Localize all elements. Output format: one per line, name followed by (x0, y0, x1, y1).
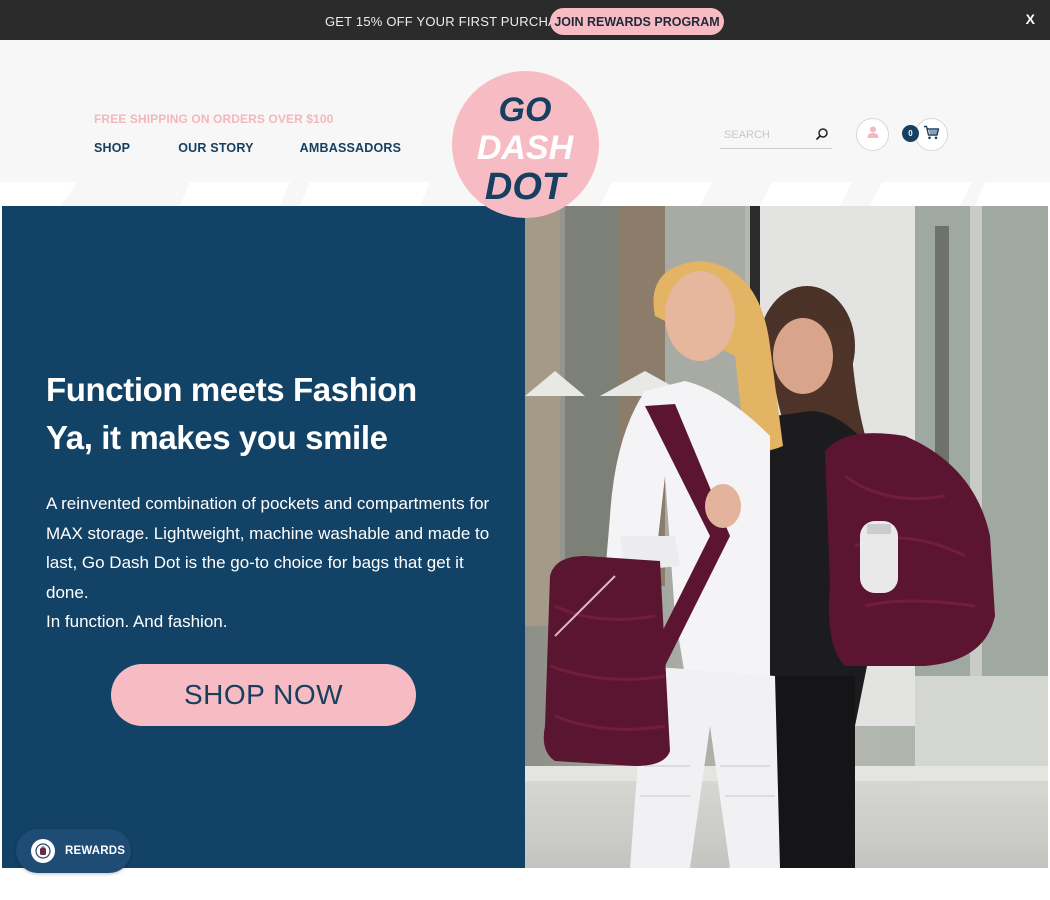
hero-description: A reinvented combination of pockets and … (46, 489, 496, 637)
promo-bar: GET 15% OFF YOUR FIRST PURCHASE JOIN REW… (0, 0, 1050, 40)
free-shipping-note: FREE SHIPPING ON ORDERS OVER $100 (94, 112, 334, 126)
hero-body-line: MAX storage. Lightweight, machine washab… (46, 523, 490, 543)
hero-title-line-1: Function meets Fashion (46, 371, 417, 408)
cart-button[interactable] (915, 118, 948, 151)
hero-body-line: done. (46, 582, 89, 602)
rewards-launcher[interactable]: REWARDS (16, 829, 131, 873)
hero-body-line: In function. And fashion. (46, 612, 228, 631)
main-nav: SHOP OUR STORY AMBASSADORS (94, 141, 401, 155)
site-header: FREE SHIPPING ON ORDERS OVER $100 SHOP O… (0, 40, 1050, 218)
rewards-bag-icon (31, 839, 55, 863)
cart-count-badge: 0 (902, 125, 919, 142)
brand-logo[interactable]: GO DASH DOT (452, 71, 599, 218)
account-button[interactable] (856, 118, 889, 151)
rewards-label: REWARDS (65, 845, 126, 857)
search-icon[interactable] (815, 127, 829, 146)
hero-photo-two-women-with-backpacks (525, 206, 1048, 868)
nav-shop[interactable]: SHOP (94, 141, 130, 155)
hero-body-line: last, Go Dash Dot is the go-to choice fo… (46, 553, 464, 572)
search-bar (720, 124, 832, 149)
logo-text-dot: DOT (485, 166, 568, 208)
search-input[interactable] (724, 126, 810, 144)
user-icon (866, 125, 880, 144)
logo-text-go: GO (499, 91, 552, 129)
close-promo-button[interactable]: X (1026, 11, 1035, 27)
hero-title-line-2: Ya, it makes you smile (46, 419, 388, 456)
join-rewards-button[interactable]: JOIN REWARDS PROGRAM (550, 8, 724, 35)
shop-now-button[interactable]: SHOP NOW (111, 664, 416, 726)
nav-our-story[interactable]: OUR STORY (178, 141, 253, 155)
nav-ambassadors[interactable]: AMBASSADORS (300, 141, 402, 155)
hero-title: Function meets Fashion Ya, it makes you … (46, 366, 417, 462)
cart-icon (923, 125, 940, 145)
logo-text-dash: DASH (477, 129, 575, 167)
hero-text-panel: Function meets Fashion Ya, it makes you … (2, 206, 525, 868)
hero-body-line: A reinvented combination of pockets and … (46, 494, 490, 513)
promo-text: GET 15% OFF YOUR FIRST PURCHASE (325, 14, 575, 29)
